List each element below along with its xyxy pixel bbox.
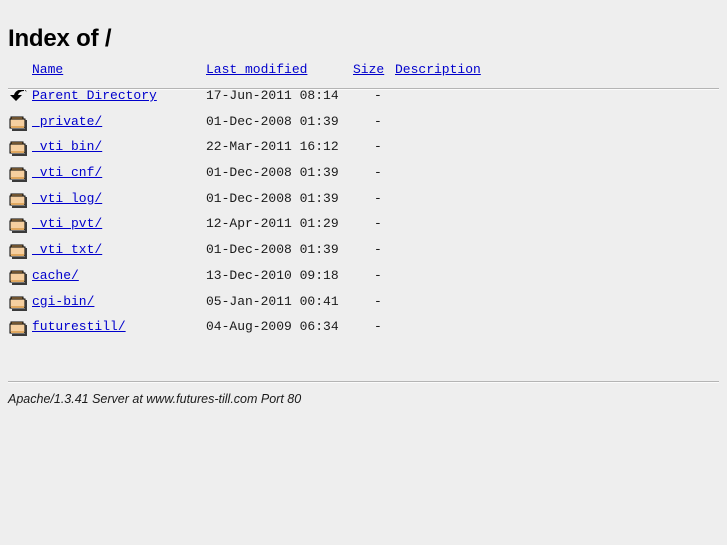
last-modified-value: 17-Jun-2011 08:14 — [206, 88, 339, 103]
table-row: futurestill/04-Aug-2009 06:34 - — [0, 315, 727, 341]
server-signature: Apache/1.3.41 Server at www.futures-till… — [8, 392, 302, 406]
directory-link[interactable]: futurestill/ — [32, 319, 126, 335]
directory-index-page: Index of / Name Last modified Size Descr… — [0, 0, 727, 545]
last-modified-value: 13-Dec-2010 09:18 — [206, 267, 339, 283]
size-value: - — [374, 139, 382, 155]
last-modified-value: 22-Mar-2011 16:12 — [206, 139, 339, 155]
column-header-last-modified: Last modified — [206, 62, 307, 78]
folder-icon — [8, 292, 28, 312]
folder-icon — [8, 240, 28, 260]
last-modified-value: 04-Aug-2009 06:34 — [206, 319, 339, 335]
column-header-description: Description — [395, 62, 481, 78]
directory-link[interactable]: _vti_txt/ — [32, 242, 102, 258]
page-title: Index of / — [8, 25, 112, 53]
last-modified-value: 05-Jan-2011 00:41 — [206, 293, 339, 309]
folder-icon — [8, 266, 28, 286]
size-value: - — [374, 293, 382, 309]
column-header-row: Name Last modified Size Description — [0, 62, 727, 84]
directory-link[interactable]: cgi-bin/ — [32, 294, 94, 310]
directory-rows: Parent Directory 17-Jun-2011 08:14- _priva… — [0, 84, 727, 341]
size-value: - — [374, 113, 382, 129]
sort-by-name-link[interactable]: Name — [32, 62, 63, 77]
folder-icon — [8, 112, 28, 132]
directory-link[interactable]: _private/ — [32, 114, 102, 130]
directory-link[interactable]: _vti_cnf/ — [32, 165, 102, 181]
table-row: _private/01-Dec-2008 01:39 - — [0, 110, 727, 136]
table-row: _vti_txt/01-Dec-2008 01:39 - — [0, 238, 727, 264]
table-row: _vti_bin/22-Mar-2011 16:12 - — [0, 135, 727, 161]
column-header-name: Name — [32, 62, 63, 78]
last-modified-value: 01-Dec-2008 01:39 — [206, 113, 339, 129]
folder-icon — [8, 163, 28, 183]
last-modified-value: 01-Dec-2008 01:39 — [206, 190, 339, 206]
last-modified-value: 01-Dec-2008 01:39 — [206, 165, 339, 181]
size-value: - — [374, 88, 382, 103]
column-header-size: Size — [353, 62, 384, 78]
size-value: - — [374, 319, 382, 335]
last-modified-value: 12-Apr-2011 01:29 — [206, 216, 339, 232]
divider-top — [8, 88, 719, 90]
last-modified-value: 01-Dec-2008 01:39 — [206, 242, 339, 258]
directory-link[interactable]: _vti_bin/ — [32, 139, 102, 155]
size-value: - — [374, 190, 382, 206]
size-value: - — [374, 242, 382, 258]
folder-icon — [8, 137, 28, 157]
folder-icon — [8, 317, 28, 337]
directory-listing: Name Last modified Size Description Pare… — [0, 62, 727, 341]
sort-by-last-modified-link[interactable]: Last modified — [206, 62, 307, 77]
table-row: cache/13-Dec-2010 09:18 - — [0, 264, 727, 290]
table-row: _vti_cnf/01-Dec-2008 01:39 - — [0, 161, 727, 187]
folder-icon — [8, 214, 28, 234]
size-value: - — [374, 165, 382, 181]
directory-link[interactable]: cache/ — [32, 268, 79, 284]
size-value: - — [374, 216, 382, 232]
directory-link[interactable]: _vti_log/ — [32, 191, 102, 207]
size-value: - — [374, 267, 382, 283]
divider-bottom — [8, 381, 719, 383]
table-row: _vti_log/01-Dec-2008 01:39 - — [0, 187, 727, 213]
folder-icon — [8, 189, 28, 209]
table-row: cgi-bin/05-Jan-2011 00:41 - — [0, 290, 727, 316]
sort-by-size-link[interactable]: Size — [353, 62, 384, 77]
table-row: _vti_pvt/12-Apr-2011 01:29 - — [0, 212, 727, 238]
directory-link[interactable]: Parent Directory — [32, 88, 157, 104]
directory-link[interactable]: _vti_pvt/ — [32, 216, 102, 232]
sort-by-description-link[interactable]: Description — [395, 62, 481, 77]
